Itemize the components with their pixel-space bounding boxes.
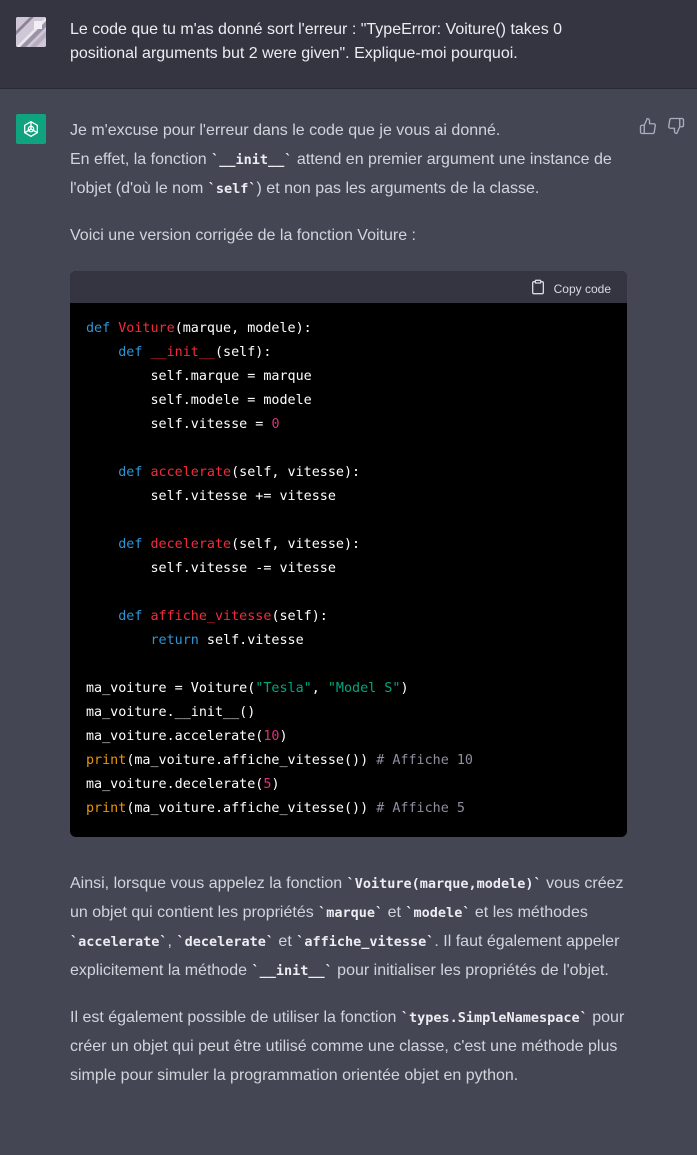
apology-text: Je m'excuse pour l'erreur dans le code q… <box>70 122 501 139</box>
thumbs-down-icon[interactable] <box>667 117 685 135</box>
code-token: ) <box>400 681 409 697</box>
code-token: def <box>118 537 143 553</box>
code-token: self.vitesse -= vitesse <box>150 561 336 577</box>
code-token: "Model S" <box>327 681 401 697</box>
text-span: Il est également possible de utiliser la… <box>70 1009 401 1027</box>
code-token: print <box>86 753 127 769</box>
code-token: def <box>86 321 111 337</box>
text-span: En effet, la fonction <box>70 150 212 168</box>
code-token: self.vitesse += vitesse <box>150 489 336 505</box>
code-token: (ma_voiture.affiche_vitesse()) <box>126 801 377 817</box>
assistant-message: Je m'excuse pour l'erreur dans le code q… <box>0 89 697 1155</box>
code-block: Copy code def Voiture(marque, modele): d… <box>70 271 627 838</box>
inline-code: `self` <box>207 180 257 197</box>
code-intro-paragraph: Voici une version corrigée de la fonctio… <box>70 227 416 245</box>
code-token: ) <box>271 777 280 793</box>
code-token: print <box>86 801 127 817</box>
inline-code: `modele` <box>405 904 471 921</box>
code-token: (self): <box>215 345 272 361</box>
code-token: Voiture <box>118 321 175 337</box>
inline-code: `__init__` <box>251 962 333 979</box>
code-token: ma_voiture = Voiture( <box>86 681 256 697</box>
code-header: Copy code <box>70 271 627 304</box>
text-span: Ainsi, lorsque vous appelez la fonction <box>70 875 347 893</box>
openai-logo-icon <box>16 114 46 144</box>
code-token: (ma_voiture.affiche_vitesse()) <box>126 753 377 769</box>
text-span: et <box>383 903 406 921</box>
code-token: self.modele = modele <box>150 393 312 409</box>
text-span: et <box>273 932 297 950</box>
alternative-paragraph: Il est également possible de utiliser la… <box>70 1004 630 1090</box>
text-span: ) et non pas les arguments de la classe. <box>256 179 540 197</box>
copy-code-label: Copy code <box>553 282 611 297</box>
inline-code: `Voiture(marque,modele)` <box>346 876 542 893</box>
code-token: affiche_vitesse <box>150 609 272 625</box>
code-token: def <box>118 465 143 481</box>
inline-code: `affiche_vitesse` <box>296 933 435 950</box>
code-token: 0 <box>271 417 280 433</box>
code-token: ma_voiture.decelerate( <box>86 777 264 793</box>
code-token: ) <box>279 729 288 745</box>
code-token: (self, vitesse): <box>231 537 361 553</box>
code-token: 10 <box>263 729 280 745</box>
code-token: self.vitesse <box>198 633 304 649</box>
thumbs-up-icon[interactable] <box>639 117 657 135</box>
inline-code: `decelerate` <box>176 933 274 950</box>
intro-paragraph: Je m'excuse pour l'erreur dans le code q… <box>70 117 630 203</box>
code-token: (marque, modele): <box>174 321 312 337</box>
code-token: def <box>118 609 143 625</box>
code-token: self.vitesse = <box>150 417 272 433</box>
clipboard-icon <box>530 279 546 299</box>
explanation-paragraph: Ainsi, lorsque vous appelez la fonction … <box>70 870 630 985</box>
user-message-text: Le code que tu m'as donné sort l'erreur … <box>70 21 563 62</box>
code-token: def <box>118 345 143 361</box>
code-token: , <box>311 681 328 697</box>
feedback-buttons <box>639 117 685 135</box>
code-content: def Voiture(marque, modele): def __init_… <box>70 303 627 837</box>
code-token: ma_voiture.__init__() <box>86 705 256 721</box>
text-span: pour initialiser les propriétés de l'obj… <box>332 961 609 979</box>
code-token: ma_voiture.accelerate( <box>86 729 264 745</box>
code-token: self.marque = marque <box>150 369 312 385</box>
code-token: return <box>150 633 199 649</box>
inline-code: `__init__` <box>211 151 293 168</box>
inline-code: `accelerate` <box>70 933 168 950</box>
code-token: __init__ <box>150 345 216 361</box>
code-token: (self, vitesse): <box>231 465 361 481</box>
code-token: "Tesla" <box>255 681 312 697</box>
user-message: Le code que tu m'as donné sort l'erreur … <box>0 0 697 89</box>
user-avatar-icon <box>16 17 46 47</box>
assistant-content: Je m'excuse pour l'erreur dans le code q… <box>70 117 630 1091</box>
code-token: # Affiche 5 <box>376 801 465 817</box>
code-token: (self): <box>271 609 328 625</box>
inline-code: `marque` <box>318 904 384 921</box>
copy-code-button[interactable]: Copy code <box>530 279 611 299</box>
inline-code: `types.SimpleNamespace` <box>400 1010 588 1027</box>
code-token: # Affiche 10 <box>376 753 473 769</box>
text-span: et les méthodes <box>470 903 588 921</box>
code-token: decelerate <box>150 537 232 553</box>
code-token: accelerate <box>150 465 232 481</box>
